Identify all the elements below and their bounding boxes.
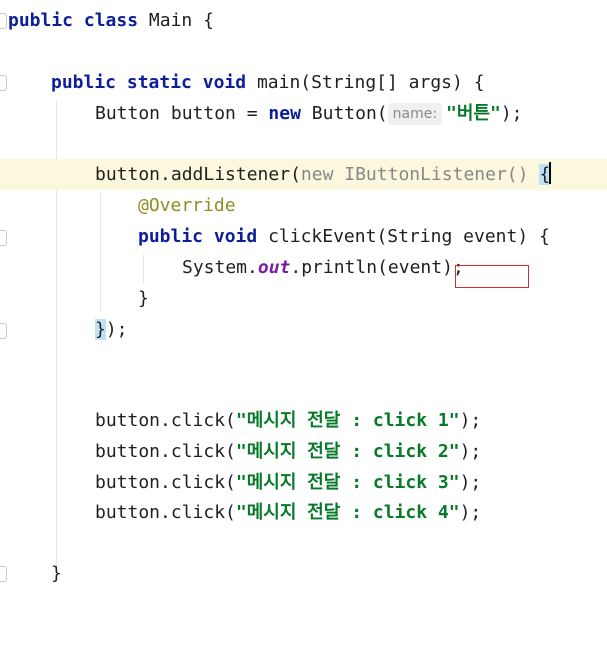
- string-literal: "메시지 전달 : click 4": [235, 502, 460, 523]
- statement-end: );: [459, 441, 482, 462]
- method-call: button.addListener(: [95, 164, 301, 185]
- type-decl: Button button =: [95, 103, 258, 124]
- method-call: button.click(: [95, 502, 236, 523]
- code-line-click-event-decl[interactable]: public void clickEvent(String event) {: [0, 221, 607, 252]
- method-call: .println(event): [290, 257, 453, 278]
- static-field: out: [257, 257, 291, 278]
- keyword: void: [202, 72, 247, 93]
- keyword: public: [138, 226, 204, 247]
- code-line-click-3[interactable]: button.click("메시지 전달 : click 3");: [0, 467, 607, 498]
- string-literal: "메시지 전달 : click 2": [235, 441, 460, 462]
- method-call: button.click(: [95, 410, 236, 431]
- keyword: void: [213, 226, 258, 247]
- code-line-class-decl[interactable]: public class Main {: [0, 5, 607, 36]
- class-name: Main: [148, 10, 193, 31]
- statement-end: );: [459, 502, 482, 523]
- keyword: static: [126, 72, 192, 93]
- code-line-override[interactable]: @Override: [0, 190, 607, 221]
- class-ref: System.: [182, 257, 258, 278]
- code-editor[interactable]: public class Main { public static void m…: [0, 0, 607, 590]
- parameter-hint: name:: [387, 103, 443, 125]
- method-call: button.click(: [95, 472, 236, 493]
- brace: }: [138, 288, 149, 309]
- brace: {: [203, 10, 214, 31]
- keyword: public: [8, 10, 74, 31]
- statement-end: );: [105, 319, 128, 340]
- code-line-listener-close[interactable]: });: [0, 314, 607, 345]
- brace: }: [51, 563, 62, 584]
- code-line-main-decl[interactable]: public static void main(String[] args) {: [0, 67, 607, 98]
- keyword: new: [268, 103, 301, 124]
- code-line-click-2[interactable]: button.click("메시지 전달 : click 2");: [0, 436, 607, 467]
- statement-end: );: [459, 472, 482, 493]
- string-literal: "메시지 전달 : click 3": [235, 472, 460, 493]
- brace: {: [473, 72, 485, 93]
- code-line-click-4[interactable]: button.click("메시지 전달 : click 4");: [0, 497, 607, 528]
- selection-rectangle: [455, 265, 529, 288]
- statement-end: );: [459, 410, 482, 431]
- brace: {: [539, 226, 550, 247]
- code-line-main-close[interactable]: }: [0, 558, 607, 589]
- constructor: Button(: [311, 103, 388, 124]
- code-line-add-listener[interactable]: button.addListener(new IButtonListener()…: [0, 159, 607, 190]
- string-literal: "버튼": [446, 103, 501, 124]
- statement-end: );: [500, 103, 523, 124]
- method-call: button.click(: [95, 441, 236, 462]
- keyword: class: [83, 10, 139, 31]
- string-literal: "메시지 전달 : click 1": [235, 410, 460, 431]
- code-line-click-1[interactable]: button.click("메시지 전달 : click 1");: [0, 405, 607, 436]
- annotation: @Override: [138, 195, 236, 216]
- text-caret: [549, 162, 552, 184]
- anonymous-class-hint: new IButtonListener(): [300, 164, 529, 185]
- method-signature: clickEvent(String event): [268, 226, 529, 247]
- code-line-button-decl[interactable]: Button button = new Button(name: "버튼");: [0, 98, 607, 129]
- keyword: public: [51, 72, 117, 93]
- method-signature: main(String[] args): [256, 72, 463, 93]
- matched-brace: }: [95, 319, 106, 340]
